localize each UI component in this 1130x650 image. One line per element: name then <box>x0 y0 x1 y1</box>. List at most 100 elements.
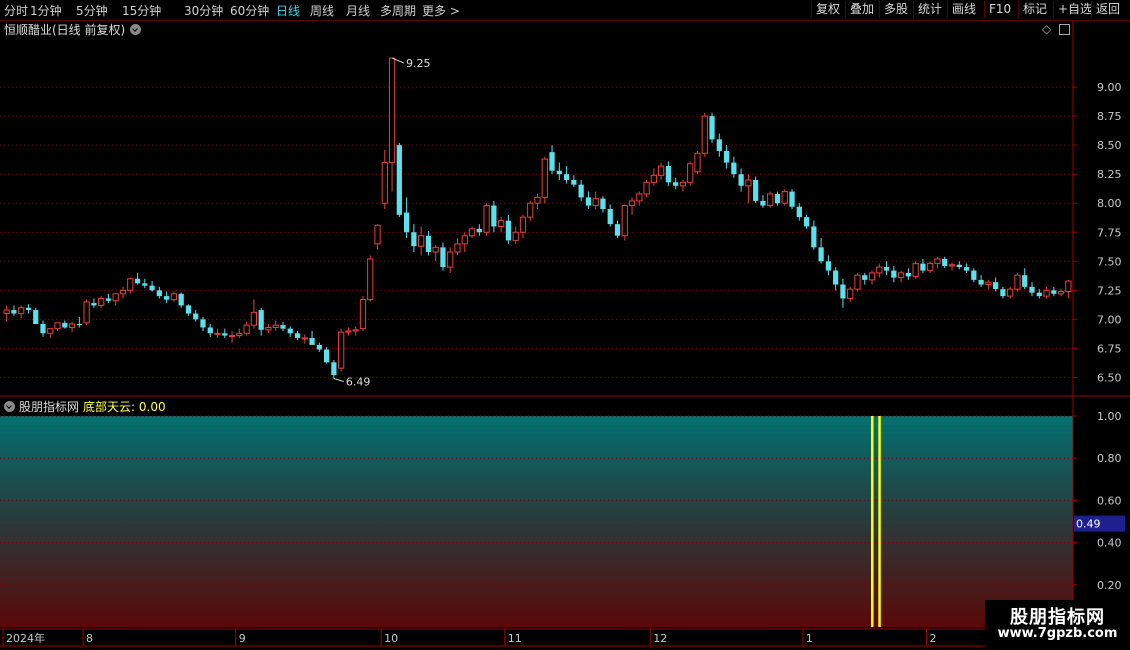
y-tick-label: 8.75 <box>1097 110 1122 123</box>
candle-down <box>818 247 824 262</box>
candle-down <box>491 205 497 227</box>
candle-up <box>912 263 919 277</box>
candle-down <box>505 220 512 241</box>
candle-up <box>418 235 425 247</box>
candle-up <box>745 179 752 187</box>
candle-down <box>578 184 584 198</box>
candle-down <box>403 212 410 233</box>
candle-down <box>753 180 759 201</box>
candle-up <box>694 152 701 173</box>
candle-down <box>840 284 846 299</box>
candle-up <box>1014 274 1021 290</box>
candle-up <box>934 258 941 265</box>
candle-down <box>142 283 148 286</box>
candle-down <box>25 307 32 311</box>
candle-down <box>774 193 781 204</box>
candle-down <box>796 206 802 218</box>
candle-down <box>833 270 839 285</box>
candle-down <box>1000 289 1006 297</box>
candle-up <box>345 330 352 333</box>
candle-up <box>636 193 643 202</box>
candle-up <box>781 191 788 204</box>
candle-up <box>679 181 687 187</box>
candle-down <box>556 170 562 175</box>
y-tick-label: 0.60 <box>1097 494 1122 507</box>
candle-up <box>461 235 468 245</box>
candle-up <box>170 293 178 301</box>
kline-chart[interactable]: 9.00 8.75 8.50 8.25 8.00 7.75 7.50 7.25 7.00 6.75… <box>0 0 1130 650</box>
signal-bar <box>878 416 881 627</box>
y-tick-label: 8.00 <box>1097 197 1122 210</box>
candle-down <box>76 324 82 326</box>
candle-up <box>527 202 534 218</box>
candle-down <box>760 200 766 206</box>
candle-down <box>891 270 897 278</box>
candle-down <box>185 305 192 314</box>
indicator-title-bar: 股朋指标网 底部天云: 0.00 <box>4 398 166 415</box>
candle-down <box>1022 275 1028 287</box>
indicator-source: 股朋指标网 <box>19 400 80 414</box>
candle-up <box>119 289 127 295</box>
candle-down <box>425 235 432 252</box>
candle-up <box>447 251 454 268</box>
candle-up <box>868 272 876 281</box>
x-tick-label: 12 <box>653 632 667 645</box>
y-tick-label: 6.75 <box>1097 342 1122 355</box>
candle-down <box>11 310 17 314</box>
candle-down <box>978 279 984 285</box>
candle-down <box>716 139 722 151</box>
candle-down <box>258 310 264 330</box>
y-tick-label: 8.50 <box>1097 139 1122 152</box>
candle-down <box>993 282 999 290</box>
candle-up <box>47 328 54 334</box>
candle-down <box>956 264 962 268</box>
candle-down <box>571 180 577 185</box>
candle-up <box>352 329 359 332</box>
candle-up <box>98 297 105 306</box>
candle-up <box>512 231 519 241</box>
candle-down <box>1029 286 1035 293</box>
logo-url: www.7gpzb.com <box>997 626 1118 641</box>
candle-up <box>454 243 461 253</box>
candle-down <box>971 270 977 280</box>
candle-up <box>534 196 541 204</box>
candle-down <box>563 174 570 180</box>
candle-up <box>483 205 490 233</box>
chevron-down-icon[interactable] <box>4 401 15 412</box>
candle-down <box>1036 292 1042 297</box>
candle-up <box>381 162 388 204</box>
candle-up <box>897 272 905 279</box>
candle-up <box>701 115 708 154</box>
candle-up <box>687 163 694 183</box>
y-tick-label: 9.00 <box>1097 81 1122 94</box>
candle-up <box>1065 280 1072 292</box>
candle-down <box>600 198 606 210</box>
y-tick-label: 7.00 <box>1097 313 1122 326</box>
candle-down <box>920 263 926 271</box>
candle-down <box>942 258 948 266</box>
candle-down <box>789 191 795 207</box>
candle-down <box>156 290 162 297</box>
candle-down <box>825 261 832 271</box>
y-tick-label: 0.20 <box>1097 579 1122 592</box>
x-tick-label: 2024年 <box>6 631 45 645</box>
candle-down <box>738 174 744 186</box>
candle-down <box>411 232 417 247</box>
candle-down <box>331 362 337 376</box>
x-tick-label: 9 <box>239 632 246 645</box>
candle-up <box>847 288 854 299</box>
x-tick-label: 10 <box>384 632 398 645</box>
x-tick-label: 2 <box>930 632 937 645</box>
candle-down <box>549 152 555 171</box>
candle-down <box>207 327 213 334</box>
y-tick-label: 7.25 <box>1097 284 1122 297</box>
candle-up <box>650 174 657 183</box>
min-price-pointer <box>333 378 345 383</box>
candle-down <box>1051 290 1057 294</box>
y-tick-label: 7.50 <box>1097 255 1122 268</box>
candle-up <box>876 266 883 274</box>
candle-up <box>388 57 396 164</box>
candle-up <box>592 198 599 207</box>
candle-up <box>621 205 628 237</box>
candle-down <box>665 166 672 183</box>
